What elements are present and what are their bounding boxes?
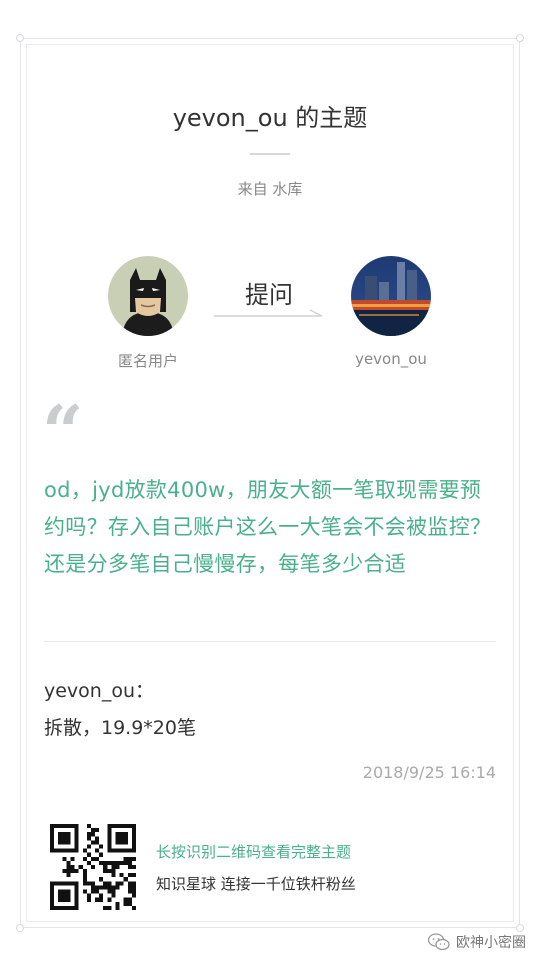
qr-hint: 长按识别二维码查看完整主题 <box>156 843 352 861</box>
corner-dot <box>16 924 24 932</box>
content-divider <box>44 641 496 642</box>
platform-tagline: 知识星球 连接一千位铁杆粉丝 <box>156 875 356 893</box>
qr-code[interactable] <box>50 824 136 910</box>
question-text: od，jyd放款400w，朋友大额一笔取现需要预约吗？存入自己账户这么一大笔会不… <box>44 478 492 576</box>
title-divider <box>250 153 290 155</box>
corner-dot <box>516 34 524 42</box>
arrow-right-icon <box>214 309 323 317</box>
responder-name: yevon_ou <box>355 350 427 368</box>
answer-text: 拆散，19.9*20笔 <box>44 717 196 739</box>
answer-author: yevon_ou： <box>44 680 155 702</box>
asker-avatar <box>108 256 188 336</box>
source-label: 来自 水库 <box>237 180 303 198</box>
corner-dot <box>16 34 24 42</box>
wechat-icon <box>428 933 450 951</box>
answer-timestamp: 2018/9/25 16:14 <box>362 763 496 782</box>
responder-avatar <box>351 256 431 336</box>
ask-action-label: 提问 <box>245 281 293 309</box>
quote-icon: “ <box>42 389 84 474</box>
asker-name: 匿名用户 <box>117 352 178 370</box>
watermark-label: 欧神小密圈 <box>456 935 526 951</box>
topic-title: yevon_ou 的主题 <box>172 104 368 132</box>
account-watermark: 欧神小密圈 <box>428 930 526 954</box>
